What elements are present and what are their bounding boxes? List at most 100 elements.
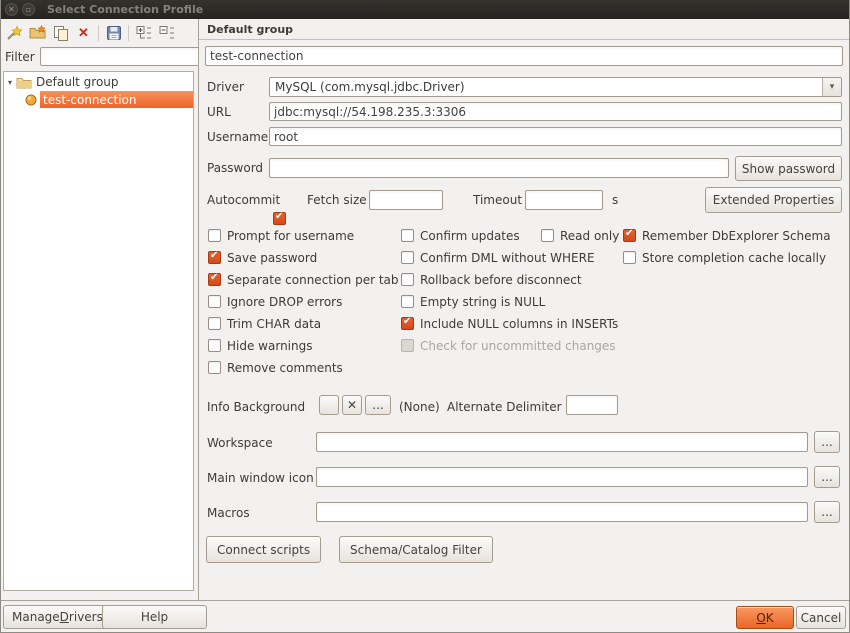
checkbox-label: Rollback before disconnect xyxy=(420,273,582,287)
checkbox-confirm-dml-without-where[interactable]: Confirm DML without WHERE xyxy=(401,250,618,265)
delete-profile-button[interactable]: ✕ xyxy=(72,22,95,44)
checkbox-box-icon xyxy=(208,273,221,286)
profile-toolbar: ✕ xyxy=(1,19,198,46)
checkbox-label: Include NULL columns in INSERTs xyxy=(420,317,618,331)
autocommit-label: Autocommit xyxy=(207,193,280,207)
button-label: rivers xyxy=(69,610,103,624)
profile-name-input[interactable] xyxy=(205,46,843,66)
checkbox-store-completion-cache[interactable]: Store completion cache locally xyxy=(623,250,831,265)
autocommit-checkbox[interactable] xyxy=(273,212,286,225)
checkbox-rollback-before-disconnect[interactable]: Rollback before disconnect xyxy=(401,272,618,287)
checkbox-box-icon xyxy=(208,251,221,264)
checkbox-label: Prompt for username xyxy=(227,229,354,243)
checkbox-box-icon xyxy=(208,317,221,330)
fetch-size-input[interactable] xyxy=(369,190,443,210)
driver-dropdown-button[interactable]: ▾ xyxy=(822,78,841,96)
username-label: Username xyxy=(207,130,268,144)
connect-scripts-button[interactable]: Connect scripts xyxy=(206,536,321,563)
new-group-icon xyxy=(29,25,46,40)
ok-button[interactable]: OK xyxy=(736,606,794,629)
checkbox-label: Save password xyxy=(227,251,317,265)
collapse-all-icon xyxy=(159,25,175,41)
info-background-color-button[interactable] xyxy=(319,395,339,415)
checkbox-separate-connection-per-tab[interactable]: Separate connection per tab xyxy=(208,272,399,287)
checkbox-save-password[interactable]: Save password xyxy=(208,250,399,265)
cancel-button[interactable]: Cancel xyxy=(796,606,846,629)
workspace-browse-button[interactable]: ... xyxy=(814,431,840,453)
alternate-delimiter-input[interactable] xyxy=(566,395,618,415)
profile-tree: ▾ Default group test-connection xyxy=(3,71,194,591)
checkbox-box-icon xyxy=(208,295,221,308)
new-group-button[interactable] xyxy=(26,22,49,44)
window-title: Select Connection Profile xyxy=(47,3,203,16)
profile-detail-panel: Default group Driver MySQL (com.mysql.jd… xyxy=(198,19,849,600)
checkbox-box-icon xyxy=(401,251,414,264)
checkbox-remove-comments[interactable]: Remove comments xyxy=(208,360,399,375)
help-button[interactable]: Help xyxy=(102,605,207,629)
driver-combobox[interactable]: MySQL (com.mysql.jdbc.Driver) ▾ xyxy=(269,77,842,97)
show-password-button[interactable]: Show password xyxy=(735,156,842,181)
schema-catalog-filter-button[interactable]: Schema/Catalog Filter xyxy=(339,536,493,563)
folder-icon xyxy=(16,76,32,89)
select-connection-profile-dialog: ✕ ▫ Select Connection Profile ✕ xyxy=(0,0,850,633)
checkbox-trim-char-data[interactable]: Trim CHAR data xyxy=(208,316,399,331)
macros-input[interactable] xyxy=(316,502,808,522)
timeout-input[interactable] xyxy=(525,190,603,210)
expand-all-button[interactable] xyxy=(132,22,155,44)
main-window-icon-input[interactable] xyxy=(316,467,808,487)
url-input[interactable] xyxy=(269,102,842,121)
username-input[interactable] xyxy=(269,127,842,146)
tree-group-default[interactable]: ▾ Default group xyxy=(4,72,193,91)
info-background-browse-button[interactable]: ... xyxy=(365,395,391,415)
checkbox-empty-string-is-null[interactable]: Empty string is NULL xyxy=(401,294,618,309)
button-label: K xyxy=(766,611,774,625)
timeout-unit-label: s xyxy=(612,193,618,207)
tree-group-label: Default group xyxy=(36,75,119,89)
checkbox-read-only[interactable]: Read only xyxy=(541,228,619,243)
checkbox-ignore-drop-errors[interactable]: Ignore DROP errors xyxy=(208,294,399,309)
window-close-button[interactable]: ✕ xyxy=(5,3,18,16)
titlebar: ✕ ▫ Select Connection Profile xyxy=(1,0,849,19)
password-label: Password xyxy=(207,161,263,175)
info-background-label: Info Background xyxy=(207,400,305,414)
options-column-4: Remember DbExplorer Schema Store complet… xyxy=(623,228,831,272)
fetch-size-label: Fetch size xyxy=(307,193,367,207)
info-background-none-label: (None) xyxy=(399,400,440,414)
new-profile-button[interactable] xyxy=(3,22,26,44)
collapse-all-button[interactable] xyxy=(155,22,178,44)
checkbox-box-icon xyxy=(208,339,221,352)
profile-icon xyxy=(25,94,37,106)
filter-label: Filter xyxy=(5,50,35,64)
save-profiles-button[interactable] xyxy=(102,22,125,44)
info-background-clear-button[interactable]: ✕ xyxy=(342,395,362,415)
copy-profile-button[interactable] xyxy=(49,22,72,44)
toolbar-separator xyxy=(128,25,129,41)
macros-label: Macros xyxy=(207,506,250,520)
checkbox-prompt-for-username[interactable]: Prompt for username xyxy=(208,228,399,243)
filter-input[interactable] xyxy=(40,47,200,66)
group-header: Default group xyxy=(199,19,849,40)
checkbox-box-icon xyxy=(623,229,636,242)
checkbox-include-null-columns[interactable]: Include NULL columns in INSERTs xyxy=(401,316,618,331)
workspace-input[interactable] xyxy=(316,432,808,452)
chevron-down-icon: ▾ xyxy=(830,82,835,92)
macros-browse-button[interactable]: ... xyxy=(814,501,840,523)
checkbox-label: Confirm DML without WHERE xyxy=(420,251,595,265)
button-mnemonic: D xyxy=(60,610,69,624)
extended-properties-button[interactable]: Extended Properties xyxy=(705,187,842,213)
checkbox-remember-dbexplorer-schema[interactable]: Remember DbExplorer Schema xyxy=(623,228,831,243)
checkbox-label: Check for uncommitted changes xyxy=(420,339,616,353)
checkbox-label: Remember DbExplorer Schema xyxy=(642,229,831,243)
url-label: URL xyxy=(207,105,231,119)
save-icon xyxy=(106,25,122,41)
tree-item-test-connection[interactable]: test-connection xyxy=(4,91,193,108)
window-maximize-button[interactable]: ▫ xyxy=(22,3,35,16)
main-window-icon-browse-button[interactable]: ... xyxy=(814,466,840,488)
password-input[interactable] xyxy=(269,158,729,178)
checkbox-label: Confirm updates xyxy=(420,229,520,243)
delete-icon: ✕ xyxy=(78,25,89,41)
checkbox-hide-warnings[interactable]: Hide warnings xyxy=(208,338,399,353)
clear-icon: ✕ xyxy=(347,398,357,412)
manage-drivers-button[interactable]: Manage Drivers xyxy=(3,605,112,629)
expander-icon[interactable]: ▾ xyxy=(8,78,12,87)
